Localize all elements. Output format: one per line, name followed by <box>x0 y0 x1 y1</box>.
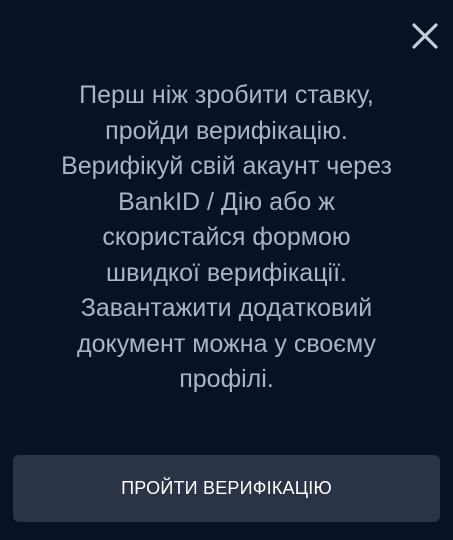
message-line: Верифікуй свій акаунт через <box>61 152 392 180</box>
verify-button[interactable]: ПРОЙТИ ВЕРИФІКАЦІЮ <box>13 455 440 522</box>
close-button[interactable] <box>411 22 439 50</box>
message-line: скористайся формою <box>102 223 351 251</box>
message-line: Перш ніж зробити ставку, <box>79 81 374 109</box>
message-line: швидкої верифікації. <box>106 258 347 287</box>
message-line: профілі. <box>179 365 274 393</box>
message-line: Завантажити додатковий <box>80 294 373 322</box>
close-icon <box>412 23 438 49</box>
message-line: BankID / Дію або ж <box>118 187 335 216</box>
verification-message: Перш ніж зробити ставку, пройди верифіка… <box>24 78 429 398</box>
verify-button-label: ПРОЙТИ ВЕРИФІКАЦІЮ <box>121 478 332 498</box>
verification-modal: Перш ніж зробити ставку, пройди верифіка… <box>0 0 453 540</box>
message-line: документ можна у своєму <box>77 329 376 358</box>
message-line: пройди верифікацію. <box>105 116 348 145</box>
